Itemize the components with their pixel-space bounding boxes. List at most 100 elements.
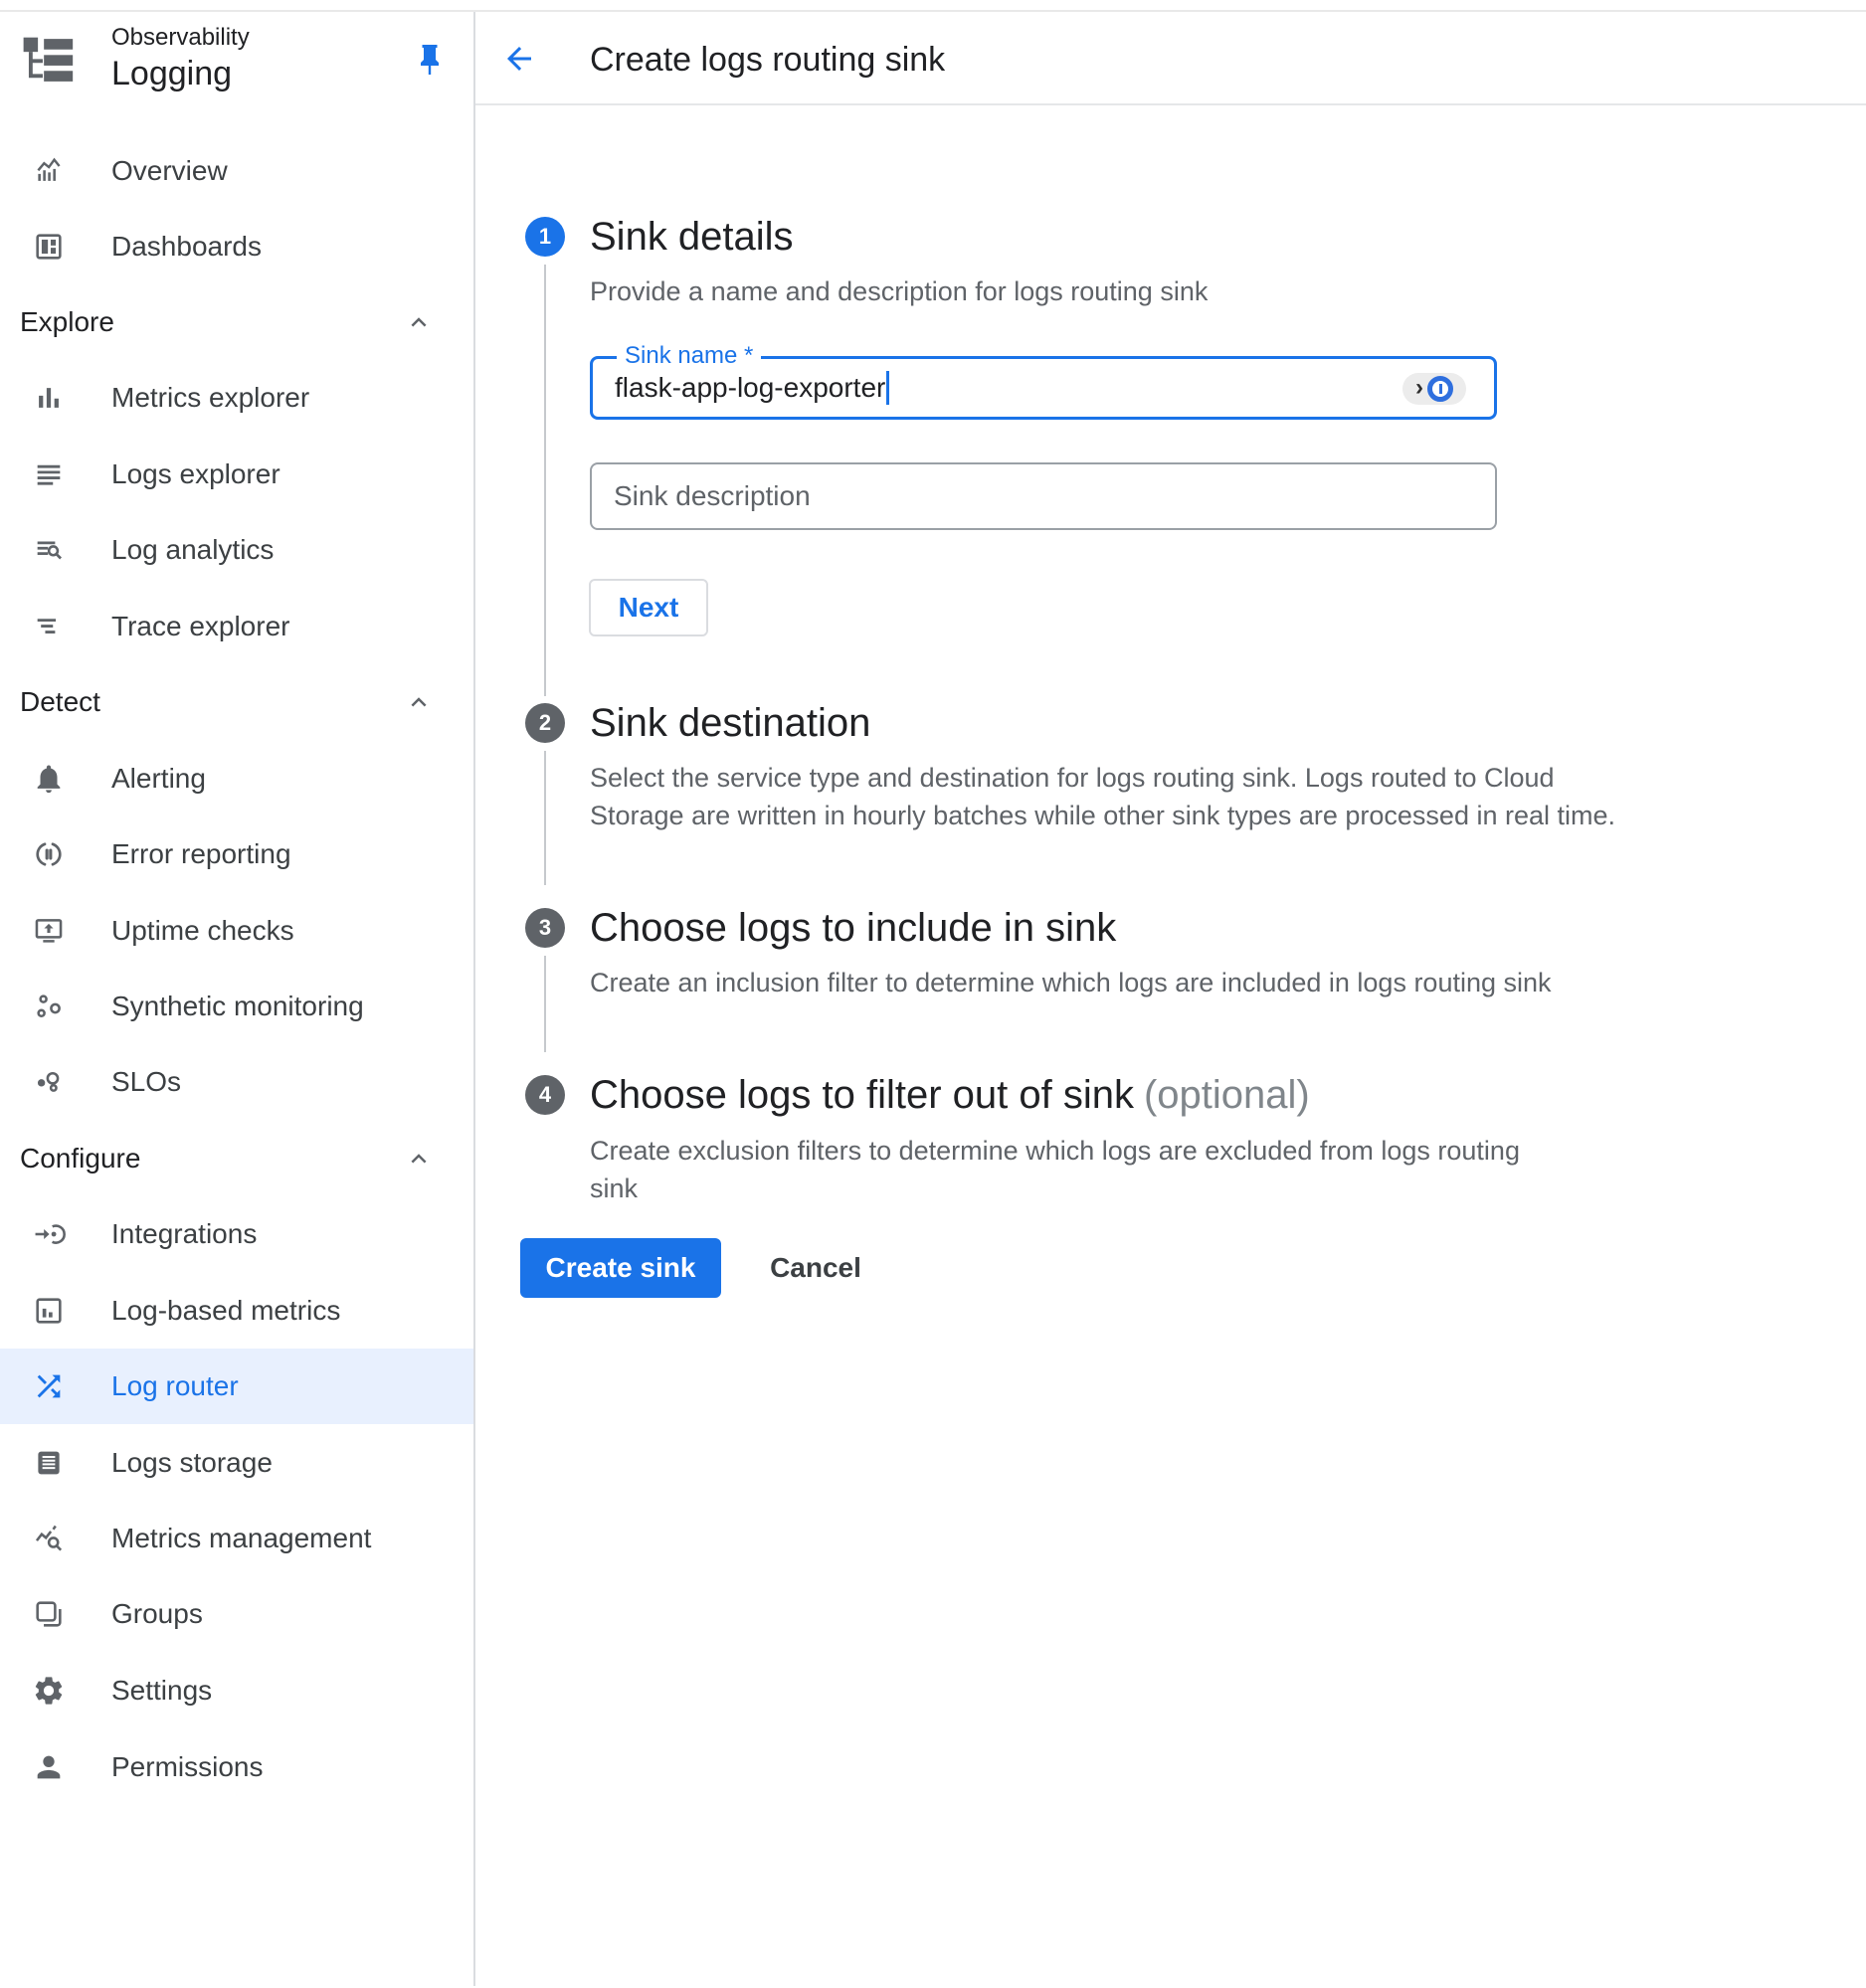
overview-chart-icon (31, 153, 67, 189)
product-name: Observability (111, 24, 250, 52)
sidebar-section-detect: Detect (0, 664, 473, 740)
step-1-connector (544, 265, 546, 696)
gear-icon (31, 1673, 67, 1709)
sidebar-item-log-based-metrics[interactable]: Log-based metrics (0, 1273, 473, 1349)
sidebar-item-label: Trace explorer (111, 611, 289, 642)
sidebar-item-logs-explorer[interactable]: Logs explorer (0, 437, 473, 512)
metric-square-icon (31, 1293, 67, 1329)
bar-chart-icon (31, 380, 67, 416)
sidebar-item-permissions[interactable]: Permissions (0, 1729, 473, 1805)
sidebar: Observability Logging Overview (0, 12, 475, 1986)
chart-search-icon (31, 1521, 67, 1556)
sidebar-item-label: Overview (111, 155, 228, 187)
create-sink-button[interactable]: Create sink (520, 1238, 721, 1298)
sidebar-section-explore: Explore (0, 284, 473, 360)
monitor-up-icon (31, 913, 67, 949)
sidebar-item-label: Log router (111, 1370, 239, 1402)
sidebar-item-label: Log analytics (111, 534, 274, 566)
section-label: Explore (20, 306, 114, 338)
sidebar-item-label: Metrics management (111, 1523, 371, 1554)
sidebar-item-log-analytics[interactable]: Log analytics (0, 512, 473, 588)
sidebar-item-label: Integrations (111, 1218, 257, 1250)
sidebar-item-metrics-explorer[interactable]: Metrics explorer (0, 360, 473, 436)
step-3-connector (544, 956, 546, 1052)
sidebar-header: Observability Logging (0, 12, 473, 103)
step-4-description: Create exclusion filters to determine wh… (590, 1132, 1545, 1207)
pin-icon[interactable] (412, 42, 448, 78)
chevron-up-icon[interactable] (404, 1144, 434, 1174)
sidebar-item-error-reporting[interactable]: Error reporting (0, 816, 473, 892)
nodes-icon (31, 989, 67, 1024)
sidebar-item-label: Dashboards (111, 231, 262, 263)
sidebar-item-metrics-management[interactable]: Metrics management (0, 1501, 473, 1576)
dashboard-icon (31, 229, 67, 265)
sink-name-value: flask-app-log-exporter (615, 372, 885, 404)
step-3-title: Choose logs to include in sink (590, 904, 1116, 952)
sidebar-item-label: Logs storage (111, 1447, 273, 1479)
step-4-title: Choose logs to filter out of sink(option… (590, 1071, 1310, 1119)
error-circle-icon (31, 836, 67, 872)
cancel-button[interactable]: Cancel (736, 1238, 895, 1298)
chevron-right-icon: › (1415, 376, 1423, 400)
sidebar-item-label: Uptime checks (111, 915, 294, 947)
log-lines-icon (31, 456, 67, 492)
sidebar-item-label: Settings (111, 1675, 212, 1707)
chevron-up-icon[interactable] (404, 307, 434, 337)
sidebar-item-slos[interactable]: SLOs (0, 1044, 473, 1120)
text-cursor (886, 371, 889, 405)
sidebar-item-overview[interactable]: Overview (0, 133, 473, 209)
bell-icon (31, 761, 67, 797)
sidebar-item-label: Log-based metrics (111, 1295, 340, 1327)
service-name: Logging (111, 54, 232, 93)
chevron-up-icon[interactable] (404, 687, 434, 717)
section-label: Configure (20, 1143, 140, 1175)
sidebar-item-label: Logs explorer (111, 458, 280, 490)
sidebar-item-label: Synthetic monitoring (111, 991, 364, 1022)
section-label: Detect (20, 686, 100, 718)
shuffle-icon (31, 1368, 67, 1404)
sidebar-item-label: Groups (111, 1598, 203, 1630)
sidebar-section-configure: Configure (0, 1121, 473, 1196)
back-arrow-icon[interactable] (501, 41, 537, 77)
sink-name-label: Sink name * (617, 342, 761, 370)
sidebar-item-groups[interactable]: Groups (0, 1576, 473, 1652)
copy-squares-icon (31, 1596, 67, 1632)
log-search-icon (31, 532, 67, 568)
slo-circles-icon (31, 1064, 67, 1100)
sink-description-input[interactable] (590, 462, 1497, 530)
step-2-circle: 2 (525, 703, 565, 743)
logging-logo-icon (20, 28, 78, 86)
sidebar-item-log-router[interactable]: Log router (0, 1349, 473, 1424)
step-1-title: Sink details (590, 213, 794, 261)
storage-doc-icon (31, 1445, 67, 1481)
password-manager-autofill-icon[interactable]: › (1402, 373, 1466, 405)
step-4-title-suffix: (optional) (1144, 1073, 1310, 1117)
sidebar-item-settings[interactable]: Settings (0, 1653, 473, 1728)
step-2-title: Sink destination (590, 699, 870, 747)
sidebar-item-trace-explorer[interactable]: Trace explorer (0, 589, 473, 664)
sidebar-item-label: SLOs (111, 1066, 181, 1098)
sidebar-item-label: Metrics explorer (111, 382, 309, 414)
sidebar-item-dashboards[interactable]: Dashboards (0, 209, 473, 284)
step-2-description: Select the service type and destination … (590, 759, 1624, 834)
trace-bars-icon (31, 609, 67, 644)
sidebar-item-uptime-checks[interactable]: Uptime checks (0, 893, 473, 969)
next-button[interactable]: Next (589, 579, 708, 636)
integration-arrow-icon (31, 1216, 67, 1252)
step-4-circle: 4 (525, 1075, 565, 1115)
sidebar-item-integrations[interactable]: Integrations (0, 1196, 473, 1272)
gcp-logging-page: Observability Logging Overview (0, 0, 1866, 1988)
sidebar-item-label: Permissions (111, 1751, 263, 1783)
sidebar-item-alerting[interactable]: Alerting (0, 741, 473, 816)
step-1-circle: 1 (525, 217, 565, 257)
page-title: Create logs routing sink (590, 40, 945, 80)
sidebar-item-label: Alerting (111, 763, 206, 795)
sidebar-item-label: Error reporting (111, 838, 291, 870)
sidebar-item-logs-storage[interactable]: Logs storage (0, 1425, 473, 1501)
onepassword-icon (1427, 376, 1453, 402)
step-4-title-text: Choose logs to filter out of sink (590, 1073, 1134, 1117)
person-icon (31, 1749, 67, 1785)
step-3-circle: 3 (525, 908, 565, 948)
step-2-connector (544, 751, 546, 885)
sidebar-item-synthetic-monitoring[interactable]: Synthetic monitoring (0, 969, 473, 1044)
